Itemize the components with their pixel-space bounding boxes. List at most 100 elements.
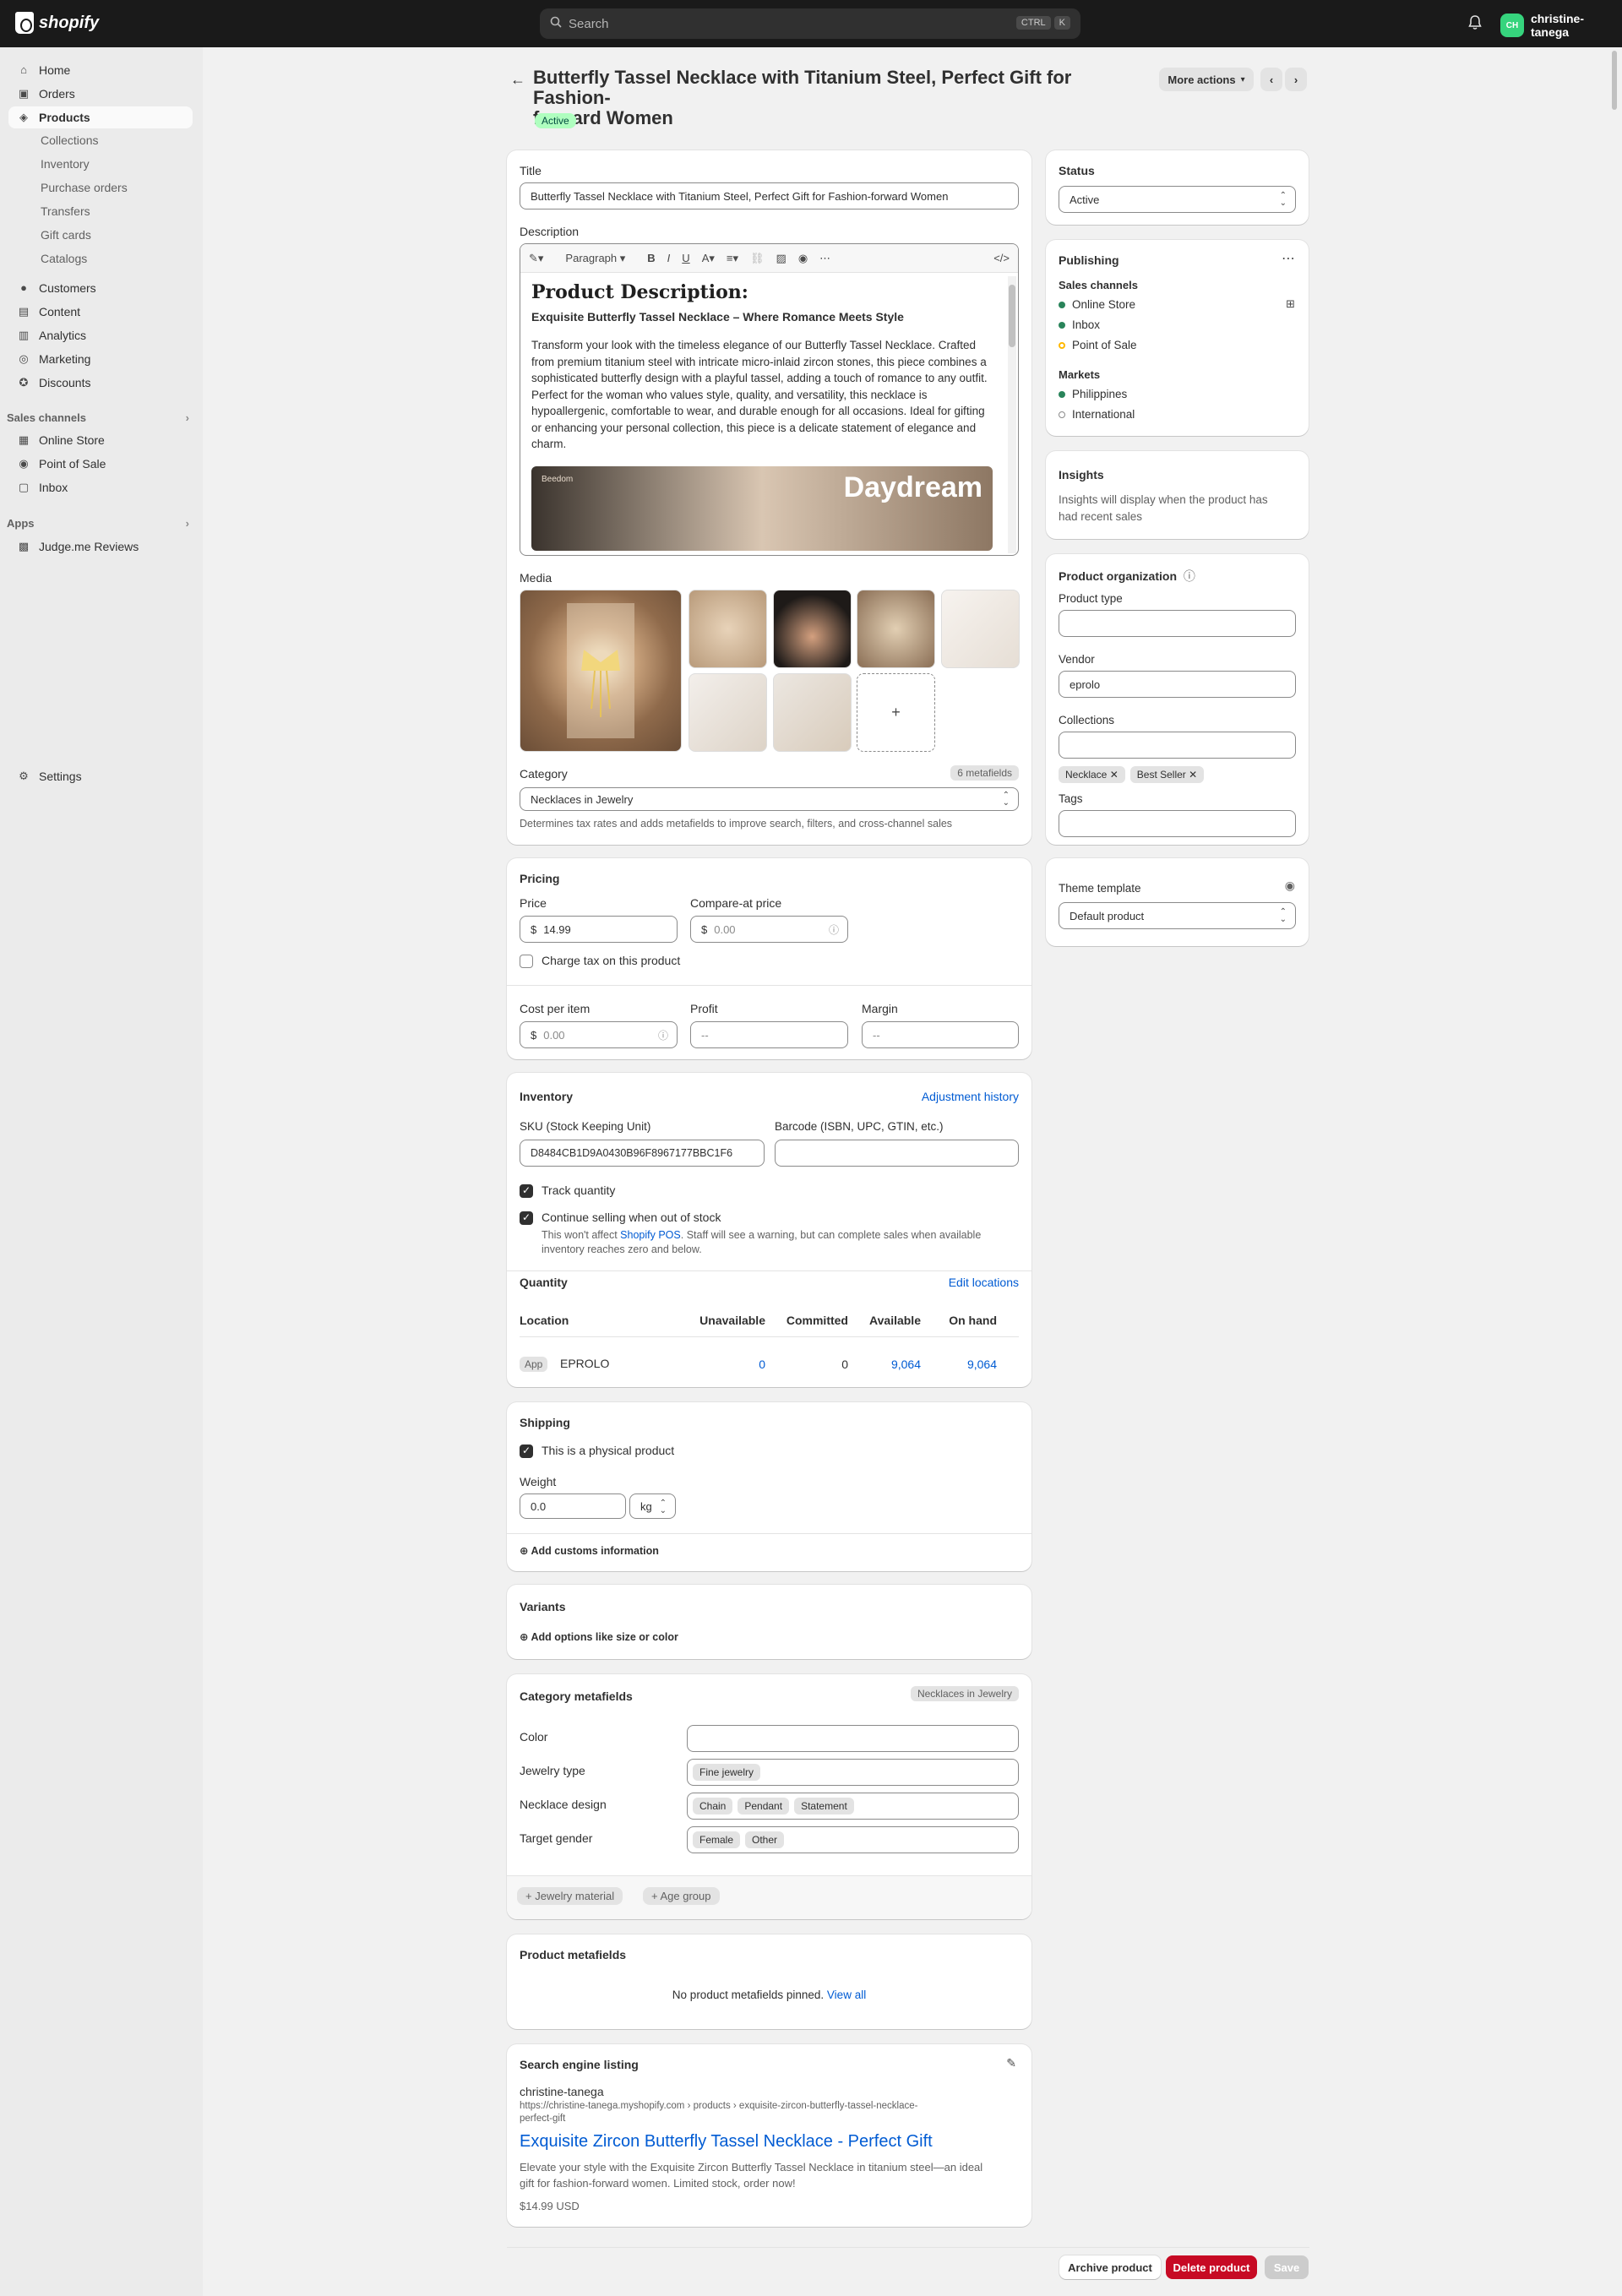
next-product-button[interactable]: › [1285,68,1307,91]
chip[interactable]: Other [745,1831,785,1848]
sku-input[interactable]: D8484CB1D9A0430B96F8967177BBC1F6 [520,1140,765,1167]
sidebar-channel-inbox[interactable]: ▢ Inbox [8,476,193,498]
sidebar-sub-transfers[interactable]: Transfers [41,204,90,218]
chip[interactable]: Female [693,1831,741,1848]
category-select[interactable]: Necklaces in Jewelry ⌃ ⌄ [520,787,1019,811]
edit-locations-link[interactable]: Edit locations [949,1276,1019,1289]
weight-unit-select[interactable]: kg ⌃ ⌄ [629,1493,676,1519]
sidebar-item-customers[interactable]: ● Customers [8,277,193,299]
adjustment-history-link[interactable]: Adjustment history [922,1090,1019,1103]
charge-tax-checkbox[interactable] [520,955,533,968]
weight-input[interactable]: 0.0 [520,1493,626,1519]
shopify-pos-link[interactable]: Shopify POS [620,1229,681,1241]
bold-icon[interactable]: B [647,252,655,264]
close-icon[interactable]: ✕ [1189,769,1197,781]
collections-input[interactable] [1059,732,1296,759]
physical-product-checkbox[interactable] [520,1445,533,1458]
theme-template-select[interactable]: Default product ⌃ ⌄ [1059,902,1296,929]
chip[interactable]: Pendant [738,1798,790,1814]
sidebar-app-judgeme[interactable]: ▩ Judge.me Reviews [8,536,193,558]
sidebar-channel-online-store[interactable]: ▦ Online Store [8,429,193,451]
sidebar-item-marketing[interactable]: ◎ Marketing [8,348,193,370]
more-icon[interactable]: ⋯ [819,252,830,265]
chip[interactable]: Statement [794,1798,854,1814]
back-arrow-icon[interactable]: ← [510,71,525,89]
save-button[interactable]: Save [1265,2255,1309,2279]
link-icon[interactable]: ⛓ [750,252,765,265]
scrollbar-thumb[interactable] [1612,51,1617,110]
on-hand-value[interactable]: 9,064 [929,1357,997,1371]
add-customs-button[interactable]: ⊕ Add customs information [520,1544,659,1557]
media-main-image[interactable] [520,590,682,752]
price-input[interactable]: $14.99 [520,916,678,943]
underline-icon[interactable]: U [682,252,689,264]
paragraph-select[interactable]: Paragraph ▾ [555,252,635,265]
sales-channels-header[interactable]: Sales channels › [7,411,189,424]
sidebar-item-analytics[interactable]: ▥ Analytics [8,324,193,346]
add-options-button[interactable]: ⊕ Add options like size or color [520,1630,678,1643]
chip[interactable]: Chain [693,1798,733,1814]
description-editor[interactable]: ✎▾ Paragraph ▾ B I U A▾ ≡▾ ⛓ ▨ ◉ ⋯ </> P… [520,243,1019,556]
sidebar-item-home[interactable]: ⌂ Home [8,59,193,81]
calendar-icon[interactable]: ⊞ [1286,297,1295,311]
media-thumb-5[interactable] [689,673,767,752]
close-icon[interactable]: ✕ [1110,769,1119,781]
sidebar-sub-purchase-orders[interactable]: Purchase orders [41,181,128,194]
text-color-icon[interactable]: A▾ [702,252,715,265]
track-quantity-checkbox[interactable] [520,1184,533,1198]
italic-icon[interactable]: I [667,252,671,264]
unavailable-value[interactable]: 0 [689,1357,765,1371]
editor-scrollbar[interactable] [1008,276,1016,553]
available-value[interactable]: 9,064 [853,1357,921,1371]
help-icon[interactable]: ⓘ [658,1028,668,1042]
video-icon[interactable]: ◉ [798,252,808,265]
view-all-link[interactable]: View all [827,1989,866,2001]
prev-product-button[interactable]: ‹ [1260,68,1282,91]
metafield-necklace-design-input[interactable]: Chain Pendant Statement [687,1793,1019,1820]
sidebar-sub-inventory[interactable]: Inventory [41,157,90,171]
delete-product-button[interactable]: Delete product [1166,2255,1257,2279]
apps-header[interactable]: Apps › [7,517,189,530]
collection-chip[interactable]: Best Seller ✕ [1129,766,1205,783]
page-scrollbar[interactable] [1610,51,1619,2281]
image-icon[interactable]: ▨ [776,252,787,265]
add-age-group-button[interactable]: + Age group [643,1887,720,1905]
media-thumb-4[interactable] [941,590,1020,668]
edit-pencil-icon[interactable]: ✎ [1006,2056,1016,2070]
metafield-jewelry-type-input[interactable]: Fine jewelry [687,1759,1019,1786]
sidebar-item-products[interactable]: ◈ Products [8,106,193,128]
metafield-target-gender-input[interactable]: Female Other [687,1826,1019,1853]
sidebar-sub-gift-cards[interactable]: Gift cards [41,228,91,242]
sidebar-item-discounts[interactable]: ✪ Discounts [8,372,193,394]
media-thumb-2[interactable] [773,590,852,668]
info-icon[interactable]: ⓘ [1184,569,1195,583]
eye-icon[interactable]: ◉ [1285,879,1295,893]
media-thumb-6[interactable] [773,673,852,752]
tags-input[interactable] [1059,810,1296,837]
archive-product-button[interactable]: Archive product [1059,2255,1161,2279]
collection-chip[interactable]: Necklace ✕ [1059,766,1125,783]
user-menu[interactable]: CH christine-tanega [1500,12,1622,39]
help-icon[interactable]: ⓘ [829,922,839,937]
magic-icon[interactable]: ✎▾ [529,252,543,265]
product-type-input[interactable] [1059,610,1296,637]
sidebar-item-orders[interactable]: ▣ Orders [8,83,193,105]
metafield-color-input[interactable] [687,1725,1019,1752]
chip[interactable]: Fine jewelry [693,1764,761,1781]
add-media-button[interactable]: + [857,673,935,752]
sidebar-item-content[interactable]: ▤ Content [8,301,193,323]
sidebar-sub-collections[interactable]: Collections [41,133,98,147]
continue-selling-checkbox[interactable] [520,1211,533,1225]
cost-input[interactable]: $0.00 ⓘ [520,1021,678,1048]
status-select[interactable]: Active ⌃ ⌄ [1059,186,1296,213]
sidebar-sub-catalogs[interactable]: Catalogs [41,252,87,265]
more-actions-button[interactable]: More actions ▾ [1159,68,1254,91]
compare-price-input[interactable]: $0.00 ⓘ [690,916,848,943]
sidebar-item-settings[interactable]: ⚙ Settings [8,765,193,787]
code-icon[interactable]: </> [993,252,1010,264]
vendor-input[interactable]: eprolo [1059,671,1296,698]
more-horizontal-icon[interactable]: ⋯ [1282,250,1295,267]
media-thumb-3[interactable] [857,590,935,668]
sidebar-channel-pos[interactable]: ◉ Point of Sale [8,453,193,475]
add-jewelry-material-button[interactable]: + Jewelry material [517,1887,623,1905]
